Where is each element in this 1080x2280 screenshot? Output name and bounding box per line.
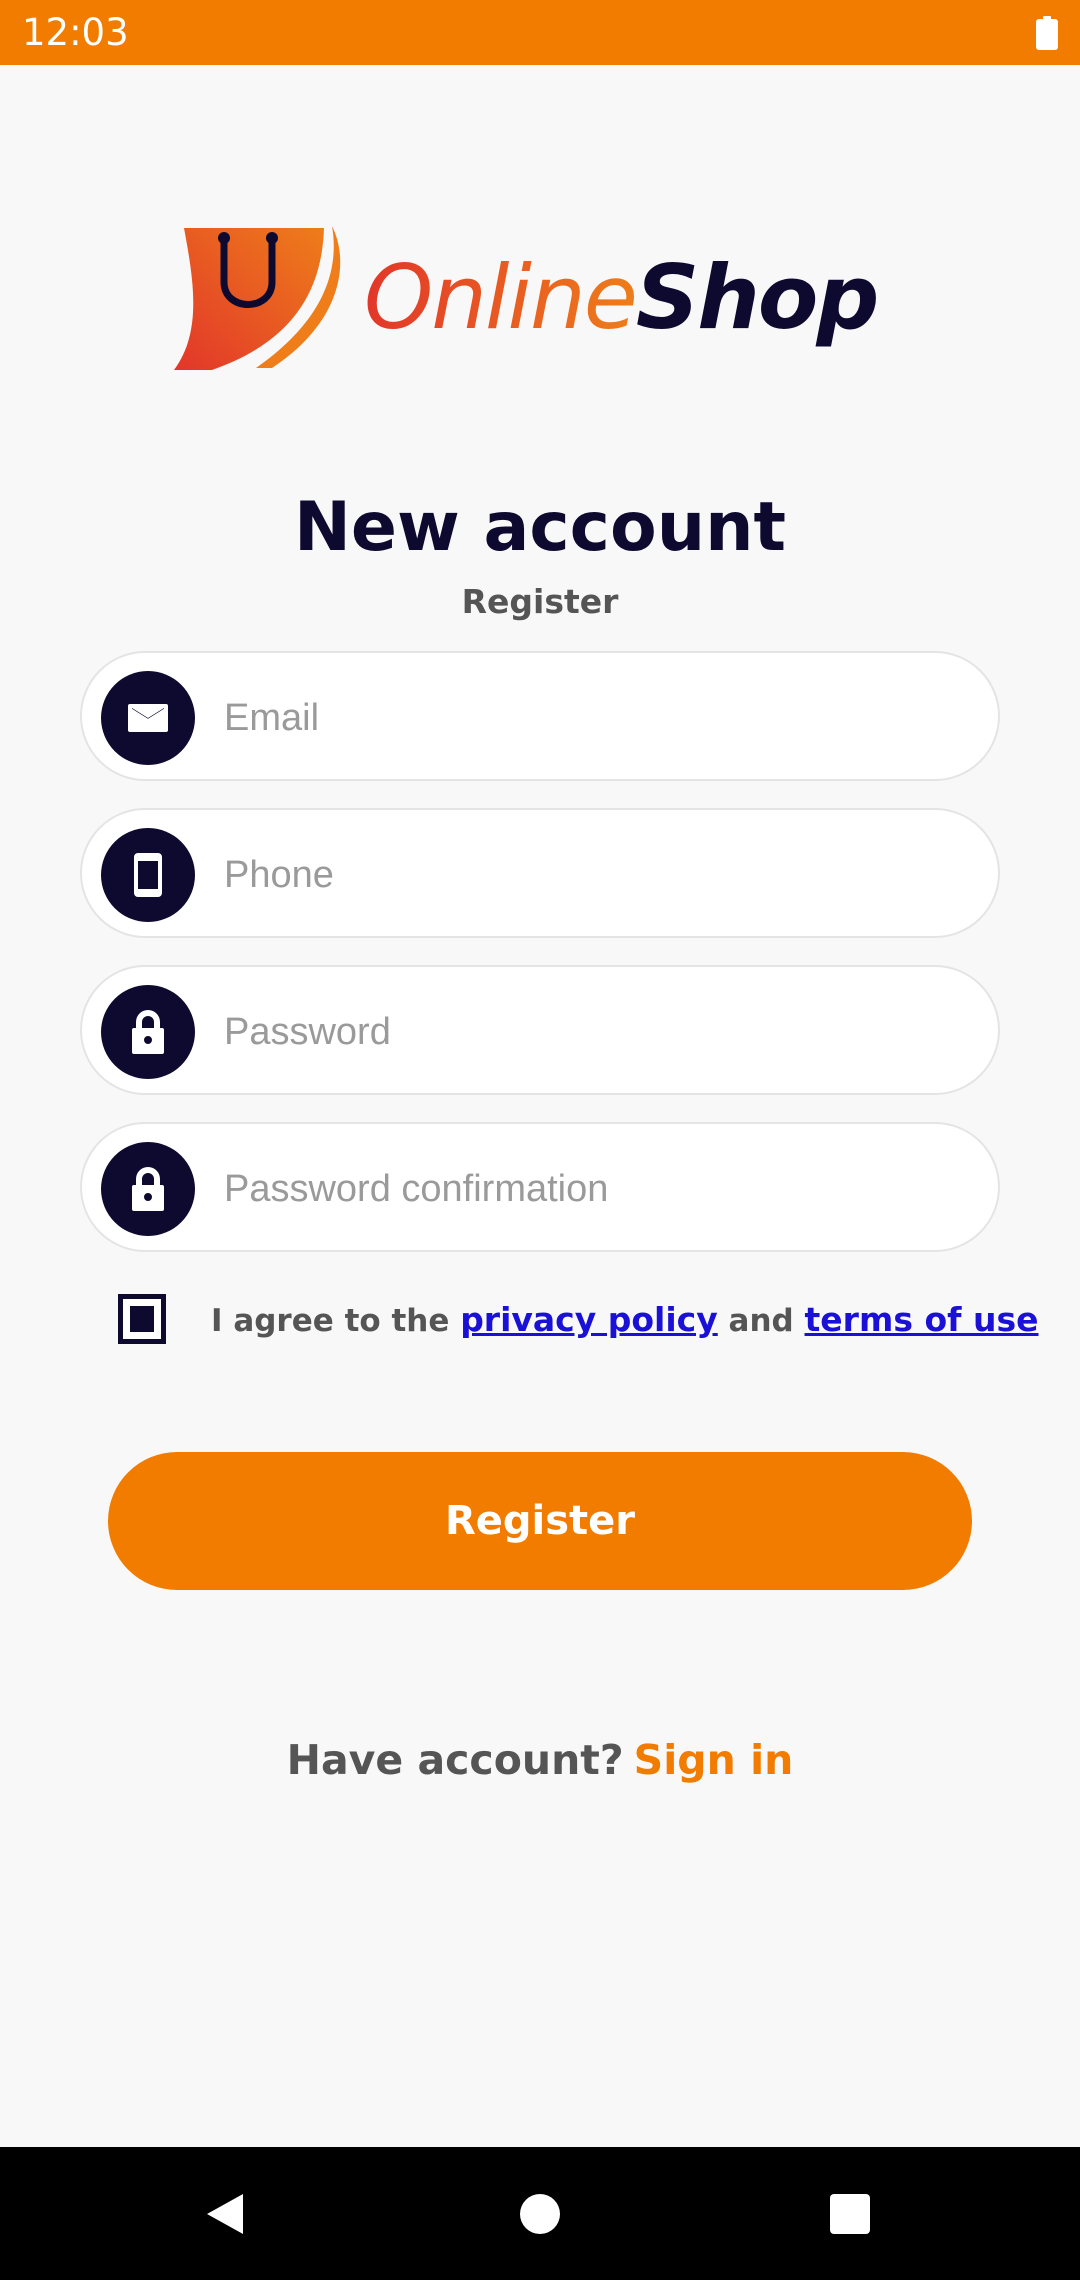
agreement-conjunction: and bbox=[728, 1303, 794, 1339]
terms-of-use-link[interactable]: terms of use bbox=[805, 1300, 1039, 1339]
navigation-bar bbox=[0, 2147, 1080, 2280]
back-icon[interactable] bbox=[205, 2192, 245, 2236]
have-account-text: Have account? bbox=[286, 1736, 624, 1784]
register-button[interactable]: Register bbox=[108, 1452, 972, 1590]
agree-checkbox[interactable] bbox=[118, 1294, 166, 1344]
logo-word-online: Online bbox=[364, 246, 638, 349]
email-input[interactable] bbox=[224, 673, 964, 763]
logo-word-shop: Shop bbox=[635, 246, 879, 349]
page-subtitle: Register bbox=[461, 582, 619, 621]
page-title: New account bbox=[293, 488, 787, 567]
agreement-text: I agree to the privacy policy and terms … bbox=[211, 1300, 1039, 1339]
phone-input[interactable] bbox=[224, 830, 964, 920]
password-confirmation-field[interactable] bbox=[80, 1122, 1000, 1252]
phone-field[interactable] bbox=[80, 808, 1000, 938]
password-input[interactable] bbox=[224, 987, 964, 1077]
password-confirmation-input[interactable] bbox=[224, 1144, 964, 1234]
privacy-policy-link[interactable]: privacy policy bbox=[460, 1300, 718, 1339]
status-time: 12:03 bbox=[22, 11, 129, 54]
shopping-bag-icon bbox=[174, 226, 341, 370]
agreement-row: I agree to the privacy policy and terms … bbox=[116, 1292, 1039, 1348]
home-icon[interactable] bbox=[520, 2194, 560, 2234]
phone-icon bbox=[101, 828, 195, 922]
recents-icon[interactable] bbox=[830, 2194, 870, 2234]
email-field[interactable] bbox=[80, 651, 1000, 781]
lock-icon bbox=[101, 1142, 195, 1236]
sign-in-link[interactable]: Sign in bbox=[634, 1736, 794, 1784]
app-logo: OnlineShop bbox=[172, 222, 912, 374]
signin-row: Have account? Sign in bbox=[0, 1736, 1080, 1784]
logo-wordmark: OnlineShop bbox=[364, 246, 879, 349]
agreement-prefix: I agree to the bbox=[211, 1303, 450, 1339]
lock-icon bbox=[101, 985, 195, 1079]
password-field[interactable] bbox=[80, 965, 1000, 1095]
battery-icon bbox=[1036, 15, 1058, 50]
status-bar: 12:03 bbox=[0, 0, 1080, 65]
mail-icon bbox=[101, 671, 195, 765]
